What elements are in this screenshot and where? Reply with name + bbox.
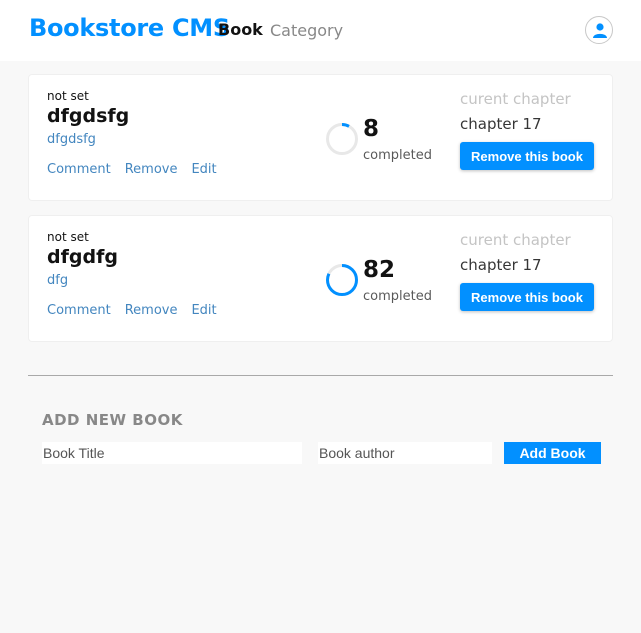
progress-ring: [326, 264, 358, 296]
book-actions: Comment Remove Edit: [47, 303, 231, 318]
edit-button[interactable]: Edit: [191, 303, 216, 318]
add-book-button[interactable]: Add Book: [504, 442, 601, 464]
nav-link-book[interactable]: Book: [218, 20, 263, 39]
book-card: not set dfgdsfg dfgdsfg Comment Remove E…: [28, 74, 613, 201]
book-title-input[interactable]: [42, 442, 302, 464]
book-author-input[interactable]: [318, 442, 492, 464]
book-author: dfg: [47, 273, 69, 288]
section-divider: [28, 375, 613, 376]
edit-button[interactable]: Edit: [191, 162, 216, 177]
add-book-heading: ADD NEW BOOK: [42, 411, 183, 429]
current-chapter-value: chapter 17: [460, 256, 542, 274]
progress-percent: 82: [363, 257, 396, 283]
book-card: not set dfgdfg dfg Comment Remove Edit 8…: [28, 215, 613, 342]
book-genre: not set: [47, 89, 89, 103]
brand-logo[interactable]: Bookstore CMS: [29, 14, 230, 42]
remove-book-button[interactable]: Remove this book: [460, 142, 594, 170]
book-title: dfgdfg: [47, 246, 118, 268]
progress-ring: [326, 123, 358, 155]
comment-button[interactable]: Comment: [47, 303, 111, 318]
book-title: dfgdsfg: [47, 105, 130, 127]
progress-completed-label: completed: [363, 148, 432, 163]
current-chapter-value: chapter 17: [460, 115, 542, 133]
nav-link-category[interactable]: Category: [270, 21, 343, 40]
comment-button[interactable]: Comment: [47, 162, 111, 177]
user-icon: [593, 23, 607, 38]
current-chapter-label: curent chapter: [460, 90, 571, 108]
current-chapter-label: curent chapter: [460, 231, 571, 249]
book-author: dfgdsfg: [47, 132, 96, 147]
remove-button[interactable]: Remove: [125, 162, 178, 177]
book-actions: Comment Remove Edit: [47, 162, 231, 177]
user-profile-button[interactable]: [585, 16, 613, 44]
remove-button[interactable]: Remove: [125, 303, 178, 318]
progress-completed-label: completed: [363, 289, 432, 304]
remove-book-button[interactable]: Remove this book: [460, 283, 594, 311]
book-genre: not set: [47, 230, 89, 244]
app-header: Bookstore CMS Book Category: [0, 0, 641, 61]
progress-percent: 8: [363, 116, 380, 142]
